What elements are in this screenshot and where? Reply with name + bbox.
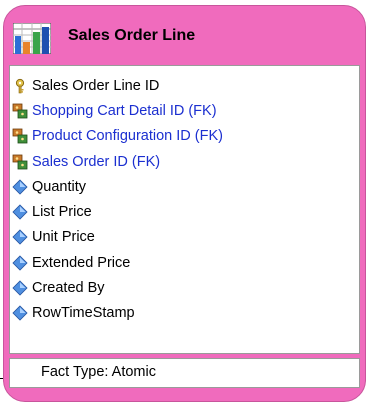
attribute-label: List Price [32,204,92,221]
attribute-row[interactable]: Sales Order Line ID [10,73,223,98]
foreign-key-icon [12,154,28,170]
entity-box-sales-order-line[interactable]: Sales Order Line Sales Order Line ID Shop… [3,5,366,402]
fact-type-panel: Fact Type: Atomic [9,358,360,388]
foreign-key-icon [12,103,28,119]
attribute-row[interactable]: RowTimeStamp [10,301,223,326]
entity-title: Sales Order Line [68,27,196,44]
diamond-icon [12,179,28,195]
attribute-label: Product Configuration ID (FK) [32,128,223,145]
attribute-panel: Sales Order Line ID Shopping Cart Detail … [9,65,360,354]
entity-header[interactable]: Sales Order Line [4,6,365,62]
attribute-label: RowTimeStamp [32,305,135,322]
attribute-label: Extended Price [32,254,131,271]
diamond-icon [12,305,28,321]
attribute-label: Shopping Cart Detail ID (FK) [32,102,217,119]
attribute-label: Quantity [32,178,86,195]
attribute-label: Created By [32,280,105,297]
attribute-label: Sales Order Line ID [32,77,160,94]
attribute-list: Sales Order Line ID Shopping Cart Detail … [10,73,223,326]
diamond-icon [12,255,28,271]
fact-table-icon [13,23,51,54]
attribute-label: Sales Order ID (FK) [32,153,161,170]
attribute-row[interactable]: Quantity [10,174,223,199]
key-icon [12,78,28,94]
attribute-row[interactable]: Product Configuration ID (FK) [10,124,223,149]
diamond-icon [12,280,28,296]
attribute-label: Unit Price [32,229,95,246]
attribute-row[interactable]: Unit Price [10,225,223,250]
attribute-row[interactable]: Shopping Cart Detail ID (FK) [10,98,223,123]
diamond-icon [12,204,28,220]
attribute-row[interactable]: Created By [10,275,223,300]
foreign-key-icon [12,128,28,144]
fact-type-label: Fact Type: Atomic [41,364,156,380]
attribute-row[interactable]: Extended Price [10,250,223,275]
attribute-row[interactable]: List Price [10,199,223,224]
diamond-icon [12,229,28,245]
attribute-row[interactable]: Sales Order ID (FK) [10,149,223,174]
